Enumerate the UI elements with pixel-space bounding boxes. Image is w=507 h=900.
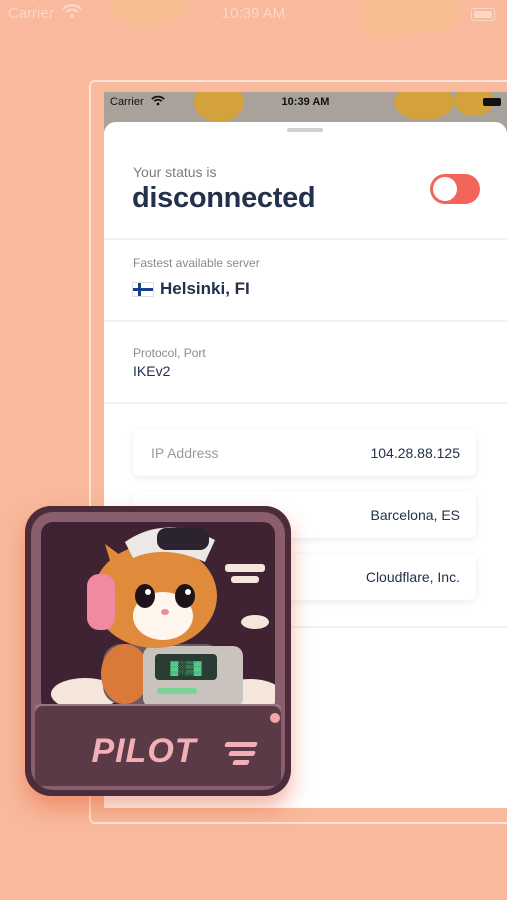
- info-value: Cloudflare, Inc.: [365, 569, 460, 585]
- battery-icon: [471, 8, 495, 21]
- indicator-dot: [270, 713, 280, 723]
- divider: [104, 320, 507, 322]
- finland-flag-icon: [132, 282, 154, 297]
- phone-status-bar: Carrier 10:39 AM: [104, 92, 507, 114]
- status-label: Your status is: [133, 164, 217, 180]
- info-key: IP Address: [151, 445, 219, 461]
- info-value: Barcelona, ES: [370, 507, 461, 523]
- divider: [104, 402, 507, 404]
- clock: 10:39 AM: [221, 5, 286, 22]
- protocol-value[interactable]: IKEv2: [133, 363, 170, 379]
- svg-text:▓░▒▓: ▓░▒▓: [170, 661, 201, 676]
- logo-speed-mark: [224, 742, 259, 769]
- connect-toggle[interactable]: [430, 174, 480, 204]
- sheet-grabber[interactable]: [287, 128, 323, 132]
- connection-status: disconnected: [132, 182, 316, 214]
- pilot-app-logo: ▓░▒▓ PILOT: [25, 506, 291, 796]
- toggle-knob: [433, 177, 457, 201]
- server-name[interactable]: Helsinki, FI: [160, 279, 250, 299]
- server-label: Fastest available server: [133, 256, 260, 270]
- outer-status-bar: Carrier 10:39 AM: [0, 0, 507, 30]
- info-card-ip: IP Address 104.28.88.125: [133, 430, 476, 476]
- cat-pilot-mascot-icon: ▓░▒▓: [51, 527, 275, 710]
- battery-icon: [483, 98, 501, 106]
- protocol-label: Protocol, Port: [133, 346, 206, 360]
- info-value: 104.28.88.125: [370, 445, 460, 461]
- divider: [104, 238, 507, 240]
- clock: 10:39 AM: [281, 96, 330, 108]
